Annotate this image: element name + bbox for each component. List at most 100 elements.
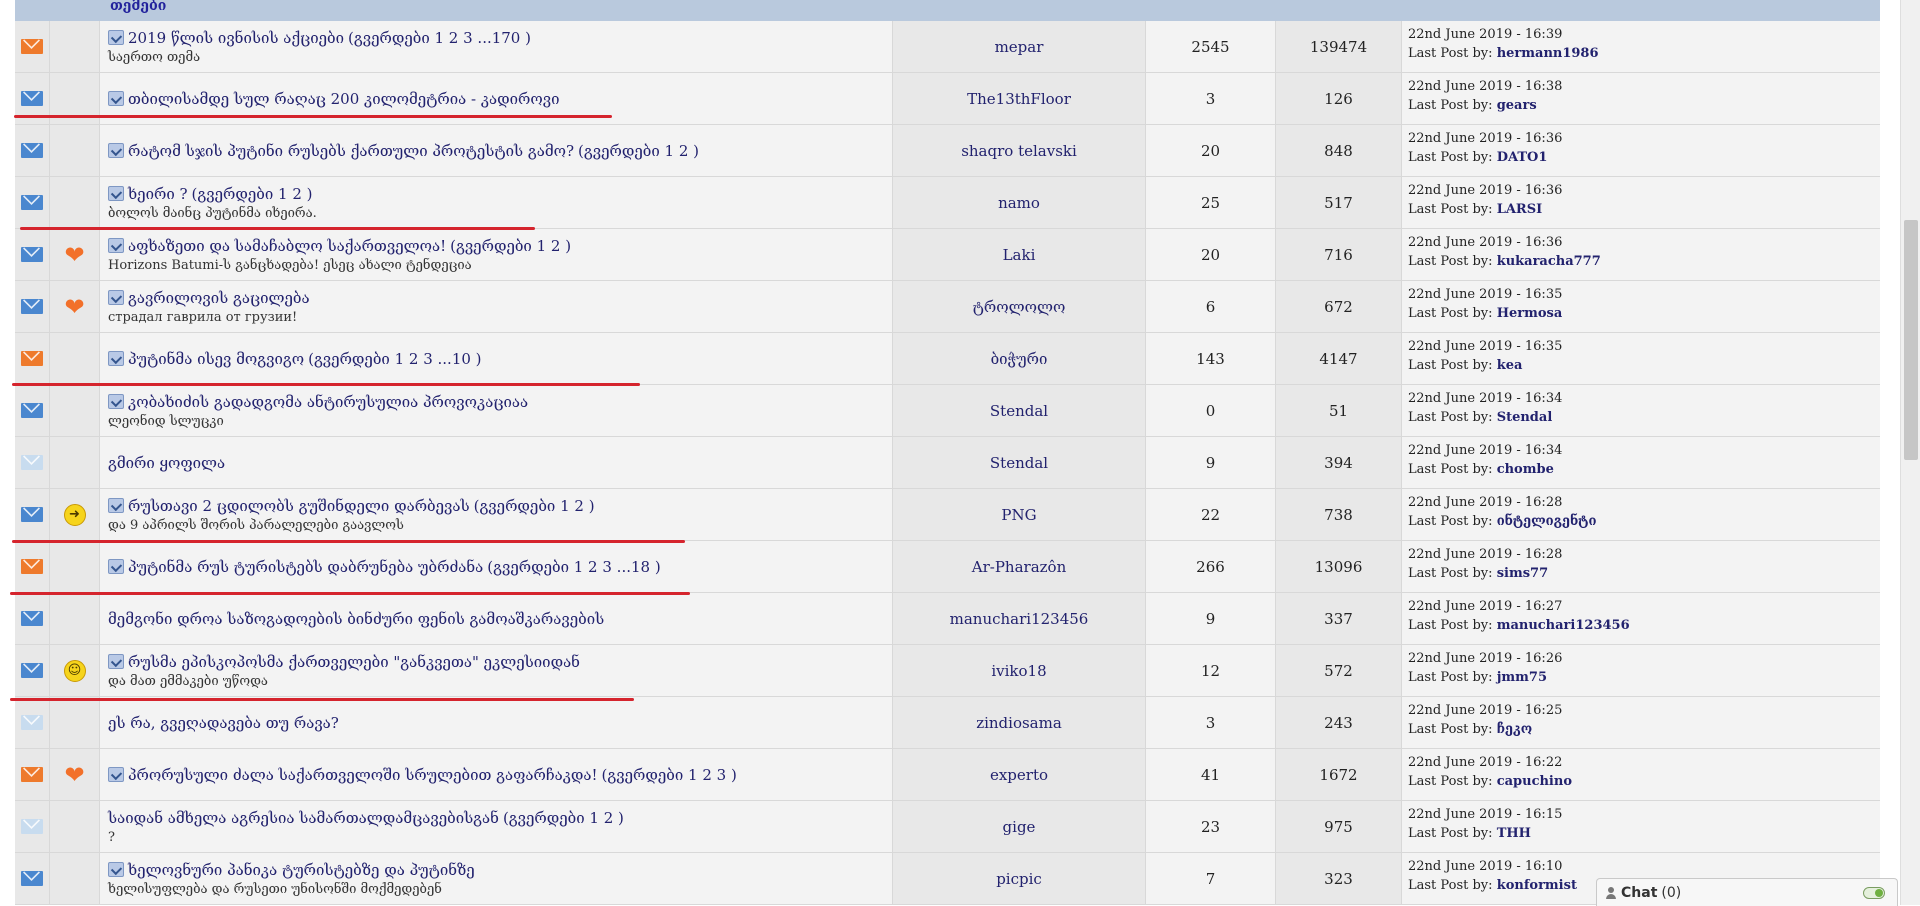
- checkmark-icon[interactable]: [108, 186, 124, 201]
- last-post-user[interactable]: Hermosa: [1497, 306, 1563, 321]
- topic-pages[interactable]: (გვერდები 1 2 ): [474, 497, 595, 515]
- last-post-user[interactable]: DATO1: [1497, 150, 1548, 165]
- envelope-icon[interactable]: [21, 247, 43, 262]
- last-post-date[interactable]: 22nd June 2019 - 16:28: [1408, 493, 1880, 512]
- last-post-date[interactable]: 22nd June 2019 - 16:36: [1408, 233, 1880, 252]
- envelope-icon[interactable]: [21, 403, 43, 418]
- last-post-user[interactable]: konformist: [1497, 878, 1577, 893]
- topic-author[interactable]: Ar-Pharazôn: [893, 541, 1146, 592]
- vertical-scrollbar[interactable]: [1900, 0, 1920, 905]
- topic-author[interactable]: manuchari123456: [893, 593, 1146, 644]
- topic-title-link[interactable]: გავრილოვის გაცილება: [128, 289, 310, 307]
- last-post-date[interactable]: 22nd June 2019 - 16:38: [1408, 77, 1880, 96]
- envelope-icon[interactable]: [21, 819, 43, 834]
- topic-title-link[interactable]: რატომ სჯის პუტინი რუსებს ქართული პროტესტ…: [128, 142, 574, 160]
- last-post-user[interactable]: THH: [1497, 826, 1531, 841]
- topic-title-link[interactable]: თბილისამდე სულ რაღაც 200 კილომეტრია - კა…: [128, 90, 560, 108]
- last-post-date[interactable]: 22nd June 2019 - 16:27: [1408, 597, 1880, 616]
- last-post-date[interactable]: 22nd June 2019 - 16:35: [1408, 285, 1880, 304]
- topic-author[interactable]: iviko18: [893, 645, 1146, 696]
- envelope-icon[interactable]: [21, 767, 43, 782]
- envelope-icon[interactable]: [21, 299, 43, 314]
- chat-toggle[interactable]: [1863, 887, 1885, 899]
- topic-author[interactable]: Stendal: [893, 437, 1146, 488]
- topic-title-link[interactable]: პრორუსული ძალა საქართველოში სრულებით გაფ…: [128, 766, 598, 784]
- envelope-icon[interactable]: [21, 507, 43, 522]
- envelope-icon[interactable]: [21, 715, 43, 730]
- last-post-date[interactable]: 22nd June 2019 - 16:39: [1408, 25, 1880, 44]
- topic-pages[interactable]: (გვერდები 1 2 ): [503, 809, 624, 827]
- last-post-user[interactable]: manuchari123456: [1497, 618, 1630, 633]
- topic-author[interactable]: experto: [893, 749, 1146, 800]
- topic-author[interactable]: gige: [893, 801, 1146, 852]
- last-post-date[interactable]: 22nd June 2019 - 16:26: [1408, 649, 1880, 668]
- scrollbar-thumb[interactable]: [1904, 220, 1918, 460]
- checkmark-icon[interactable]: [108, 30, 124, 45]
- envelope-icon[interactable]: [21, 455, 43, 470]
- last-post-date[interactable]: 22nd June 2019 - 16:34: [1408, 389, 1880, 408]
- topic-author[interactable]: ბიჭური: [893, 333, 1146, 384]
- topic-author[interactable]: The13thFloor: [893, 73, 1146, 124]
- checkmark-icon[interactable]: [108, 290, 124, 305]
- envelope-icon[interactable]: [21, 663, 43, 678]
- checkmark-icon[interactable]: [108, 394, 124, 409]
- topic-title-link[interactable]: 2019 წლის ივნისის აქციები: [128, 29, 344, 47]
- checkmark-icon[interactable]: [108, 559, 124, 574]
- last-post-user[interactable]: jmm75: [1497, 670, 1547, 685]
- checkmark-icon[interactable]: [108, 143, 124, 158]
- last-post-user[interactable]: ინტელიგენტი: [1497, 514, 1597, 529]
- topic-title-link[interactable]: მემგონი დროა საზოგადოების ბინძური ფენის …: [108, 610, 604, 628]
- topic-author[interactable]: ტროლოლო: [893, 281, 1146, 332]
- topic-author[interactable]: zindiosama: [893, 697, 1146, 748]
- checkmark-icon[interactable]: [108, 767, 124, 782]
- last-post-user[interactable]: hermann1986: [1497, 46, 1599, 61]
- last-post-date[interactable]: 22nd June 2019 - 16:34: [1408, 441, 1880, 460]
- topic-title-link[interactable]: პუტინმა ისევ მოგვიგო: [128, 350, 304, 368]
- last-post-user[interactable]: kea: [1497, 358, 1523, 373]
- topic-author[interactable]: namo: [893, 177, 1146, 228]
- topic-title-link[interactable]: პუტინმა რუს ტურისტებს დაბრუნება უბრძანა: [128, 558, 483, 576]
- topic-author[interactable]: shaqro telavski: [893, 125, 1146, 176]
- checkmark-icon[interactable]: [108, 238, 124, 253]
- last-post-user[interactable]: chombe: [1497, 462, 1554, 477]
- last-post-date[interactable]: 22nd June 2019 - 16:15: [1408, 805, 1880, 824]
- last-post-user[interactable]: gears: [1497, 98, 1537, 113]
- envelope-icon[interactable]: [21, 611, 43, 626]
- topic-title-link[interactable]: საიდან ამხელა აგრესია სამართალდამცავების…: [108, 809, 499, 827]
- last-post-date[interactable]: 22nd June 2019 - 16:36: [1408, 129, 1880, 148]
- envelope-icon[interactable]: [21, 195, 43, 210]
- last-post-user[interactable]: Stendal: [1497, 410, 1553, 425]
- topic-author[interactable]: Laki: [893, 229, 1146, 280]
- topic-title-link[interactable]: ხეირი ?: [128, 185, 188, 203]
- last-post-user[interactable]: sims77: [1497, 566, 1548, 581]
- topic-author[interactable]: mepar: [893, 21, 1146, 72]
- last-post-user[interactable]: kukaracha777: [1497, 254, 1601, 269]
- checkmark-icon[interactable]: [108, 498, 124, 513]
- envelope-icon[interactable]: [21, 871, 43, 886]
- topic-author[interactable]: PNG: [893, 489, 1146, 540]
- last-post-date[interactable]: 22nd June 2019 - 16:25: [1408, 701, 1880, 720]
- topic-pages[interactable]: (გვერდები 1 2 ): [192, 185, 313, 203]
- last-post-user[interactable]: capuchino: [1497, 774, 1572, 789]
- checkmark-icon[interactable]: [108, 862, 124, 877]
- last-post-date[interactable]: 22nd June 2019 - 16:35: [1408, 337, 1880, 356]
- topic-pages[interactable]: (გვერდები 1 2 ): [578, 142, 699, 160]
- topic-title-link[interactable]: კობახიძის გადადგომა ანტირუსულია პროვოკაც…: [128, 393, 528, 411]
- topic-pages[interactable]: (გვერდები 1 2 3 ...170 ): [348, 29, 531, 47]
- last-post-date[interactable]: 22nd June 2019 - 16:10: [1408, 857, 1880, 876]
- last-post-user[interactable]: ჩეკო: [1497, 722, 1533, 737]
- topic-title-link[interactable]: გმირი ყოფილა: [108, 454, 225, 472]
- checkmark-icon[interactable]: [108, 351, 124, 366]
- last-post-date[interactable]: 22nd June 2019 - 16:28: [1408, 545, 1880, 564]
- topic-author[interactable]: Stendal: [893, 385, 1146, 436]
- topic-author[interactable]: picpic: [893, 853, 1146, 904]
- topic-pages[interactable]: (გვერდები 1 2 3 ...18 ): [487, 558, 660, 576]
- last-post-date[interactable]: 22nd June 2019 - 16:36: [1408, 181, 1880, 200]
- topic-title-link[interactable]: აფხაზეთი და სამაჩაბლო საქართველოა!: [128, 237, 446, 255]
- topic-title-link[interactable]: ეს რა, გვეღადავება თუ რავა?: [108, 714, 339, 732]
- last-post-date[interactable]: 22nd June 2019 - 16:22: [1408, 753, 1880, 772]
- chat-bar[interactable]: Chat (0): [1596, 878, 1898, 906]
- envelope-icon[interactable]: [21, 39, 43, 54]
- topic-title-link[interactable]: ხელოვნური პანიკა ტურისტებზე და პუტინზე: [128, 861, 475, 879]
- topic-pages[interactable]: (გვერდები 1 2 3 ): [602, 766, 737, 784]
